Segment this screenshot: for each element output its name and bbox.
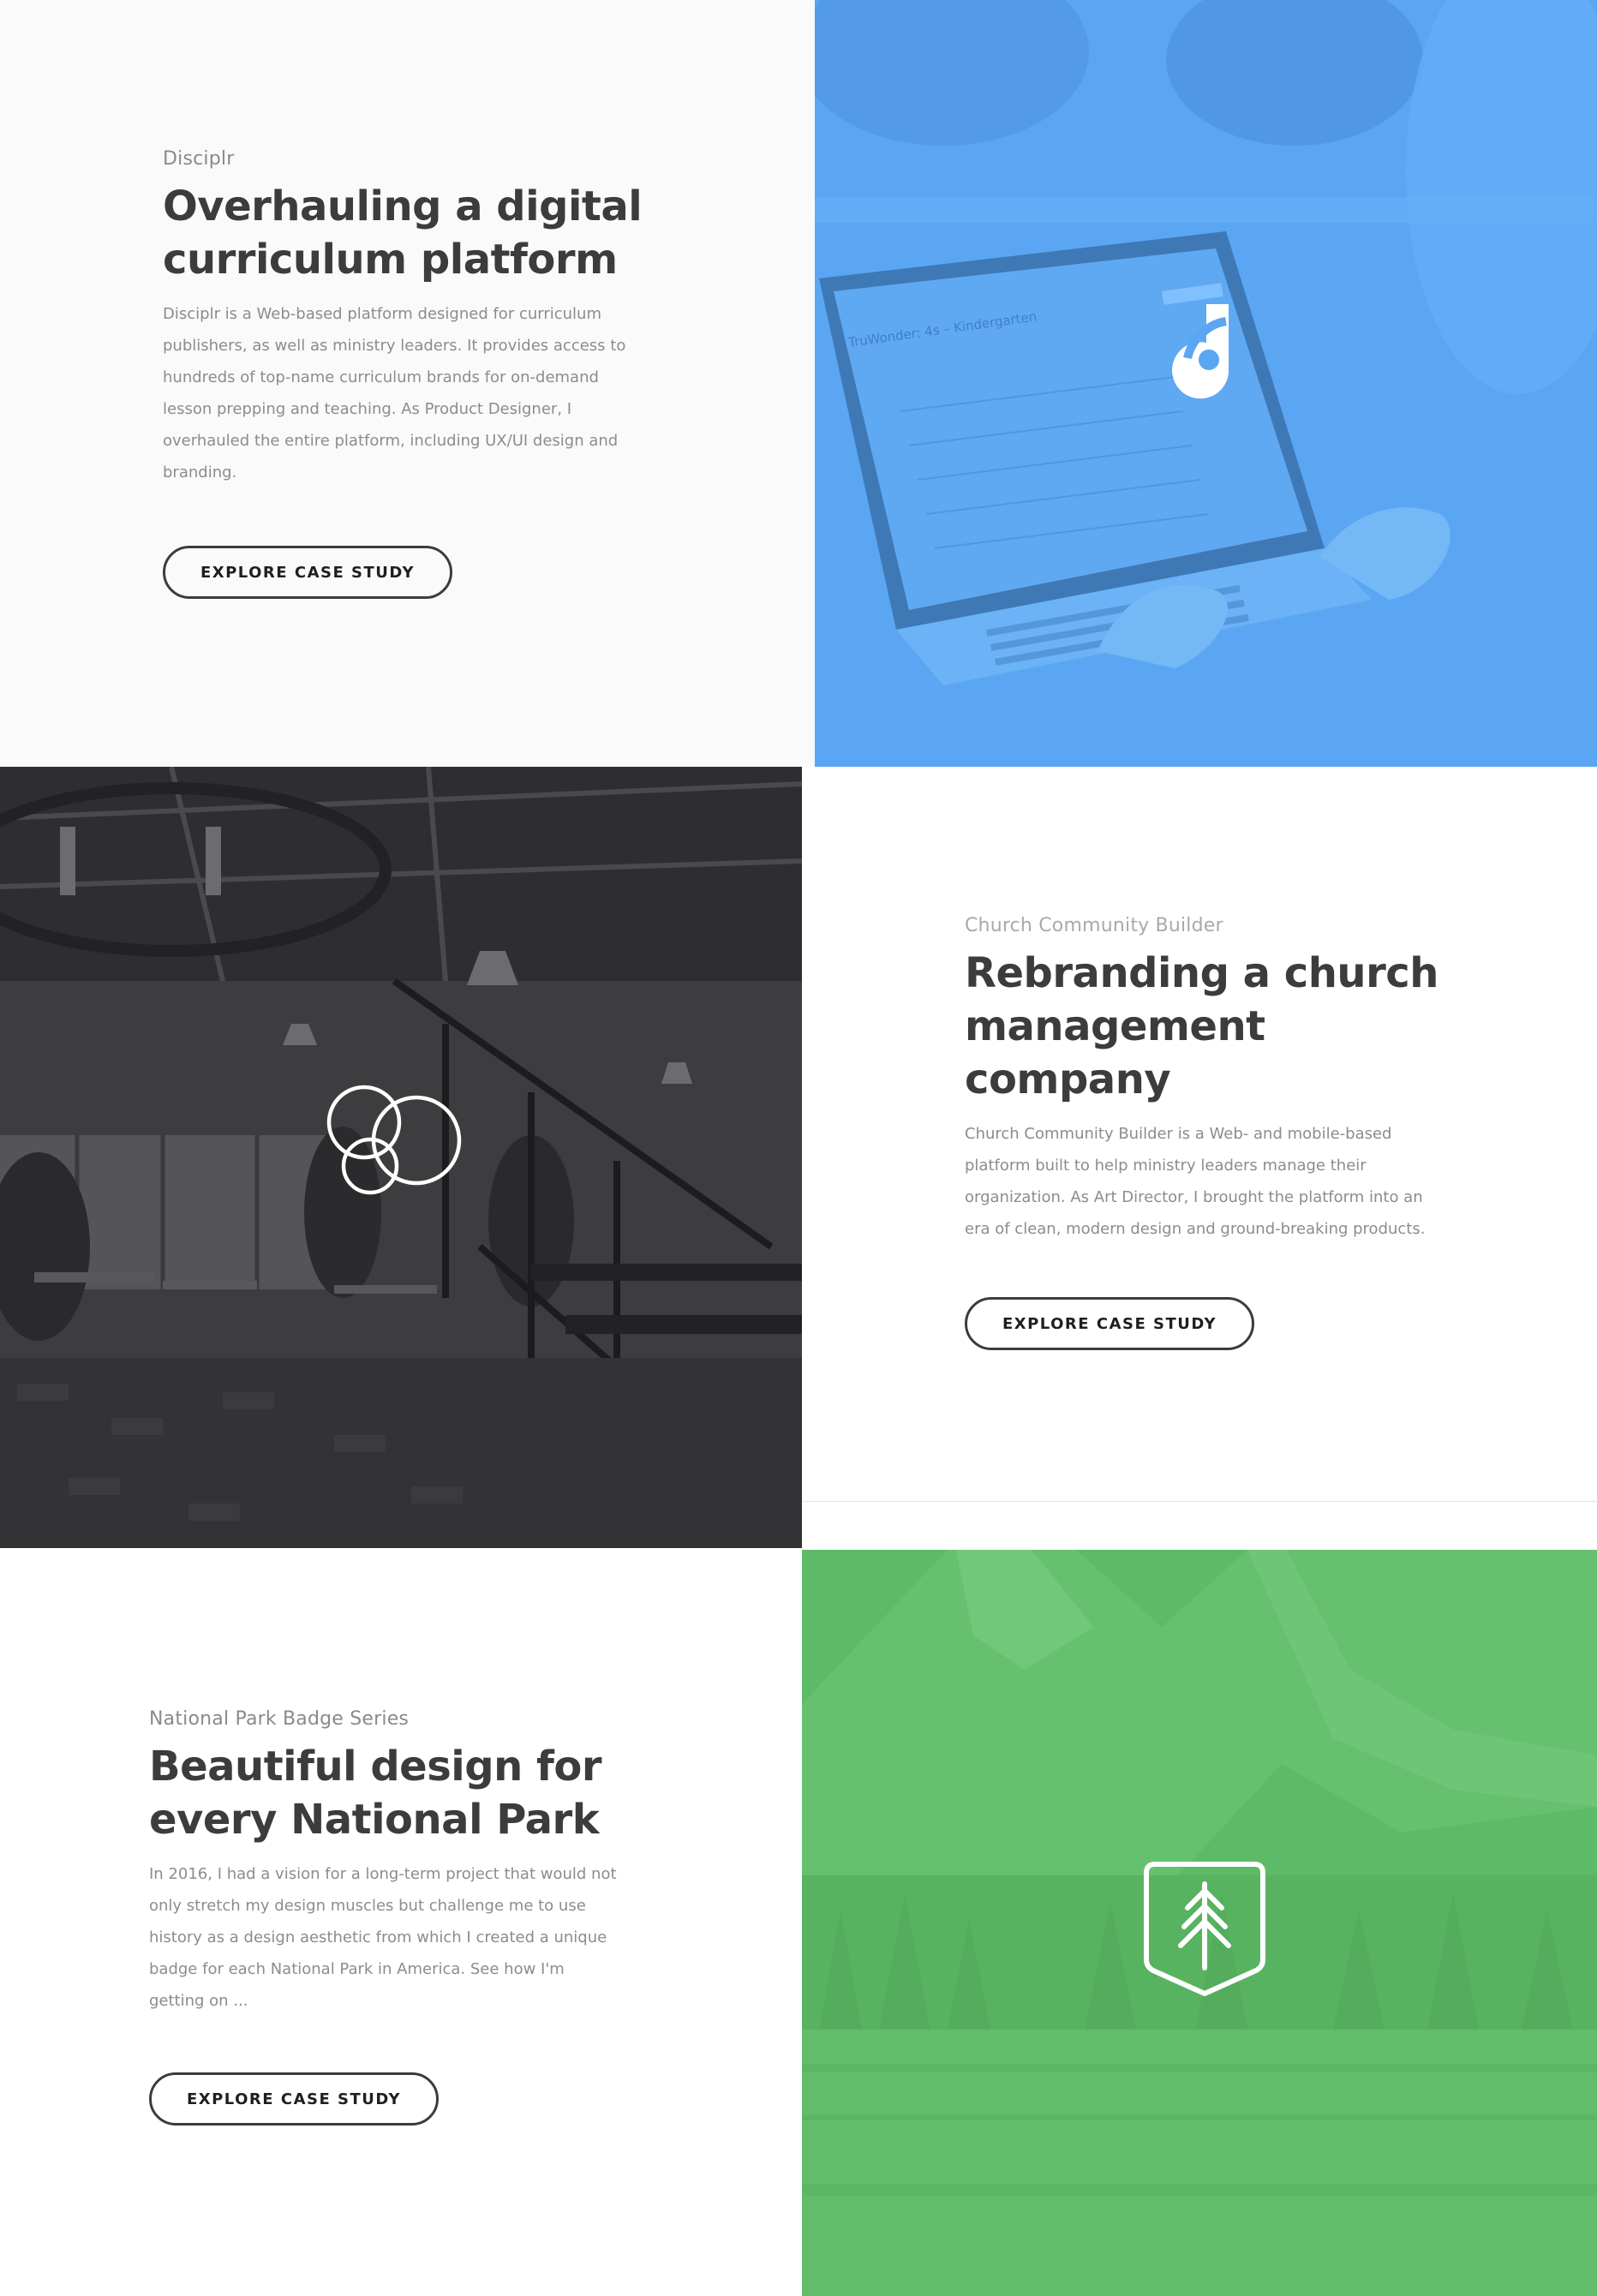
- project-eyebrow: Disciplr: [163, 148, 235, 170]
- description-line: In 2016, I had a vision for a long-term …: [149, 1865, 617, 1883]
- description-line: branding.: [163, 463, 237, 481]
- project-title-line: curriculum platform: [163, 236, 618, 284]
- project-title: Rebranding a church management company: [965, 947, 1479, 1106]
- laptop-photo: TruWonder: 4s – Kindergarten: [815, 0, 1597, 767]
- description-line: lesson prepping and teaching. As Product…: [163, 400, 572, 418]
- description-line: history as a design aesthetic from which…: [149, 1928, 607, 1946]
- project-title-line: every National Park: [149, 1796, 600, 1844]
- project-eyebrow: National Park Badge Series: [149, 1708, 410, 1730]
- ccb-text-panel: Church Community Builder Rebranding a ch…: [802, 767, 1597, 1502]
- project-description: In 2016, I had a vision for a long-term …: [149, 1858, 663, 2017]
- ccb-text-block: Church Community Builder Rebranding a ch…: [965, 915, 1479, 1245]
- description-line: hundreds of top-name curriculum brands f…: [163, 368, 599, 386]
- divider: [802, 1501, 1597, 1502]
- description-line: Disciplr is a Web-based platform designe…: [163, 305, 601, 323]
- mountain-photo: [802, 1550, 1597, 2296]
- project-title: Overhauling a digital curriculum platfor…: [163, 180, 660, 286]
- office-photo: [0, 767, 802, 1548]
- project-title-line: company: [965, 1055, 1171, 1103]
- project-title-line: Overhauling a digital: [163, 182, 643, 230]
- national-park-text-block: National Park Badge Series Beautiful des…: [149, 1708, 663, 2017]
- ccb-image-panel: [0, 767, 802, 1548]
- explore-case-study-button[interactable]: EXPLORE CASE STUDY: [163, 546, 452, 599]
- disciplr-text-panel: Disciplr Overhauling a digital curriculu…: [0, 0, 815, 767]
- explore-case-study-button[interactable]: EXPLORE CASE STUDY: [965, 1297, 1254, 1350]
- description-line: only stretch my design muscles but chall…: [149, 1897, 586, 1915]
- description-line: organization. As Art Director, I brought…: [965, 1188, 1423, 1206]
- description-line: getting on ...: [149, 1992, 248, 2010]
- project-title-line: Beautiful design for: [149, 1743, 602, 1791]
- description-line: Church Community Builder is a Web- and m…: [965, 1125, 1392, 1143]
- description-line: badge for each National Park in America.…: [149, 1960, 565, 1978]
- project-title-line: Rebranding a church: [965, 949, 1438, 997]
- national-park-image-panel: [802, 1550, 1597, 2296]
- project-eyebrow: Church Community Builder: [965, 915, 1223, 936]
- description-line: publishers, as well as ministry leaders.…: [163, 337, 626, 355]
- description-line: overhauled the entire platform, includin…: [163, 432, 619, 450]
- project-title-line: management: [965, 1002, 1265, 1050]
- disciplr-text-block: Disciplr Overhauling a digital curriculu…: [163, 148, 660, 488]
- project-description: Disciplr is a Web-based platform designe…: [163, 298, 660, 488]
- national-park-text-panel: National Park Badge Series Beautiful des…: [0, 1548, 802, 2296]
- description-line: era of clean, modern design and ground-b…: [965, 1220, 1426, 1238]
- disciplr-image-panel: TruWonder: 4s – Kindergarten: [815, 0, 1597, 767]
- description-line: platform built to help ministry leaders …: [965, 1157, 1367, 1175]
- project-description: Church Community Builder is a Web- and m…: [965, 1118, 1479, 1245]
- project-title: Beautiful design for every National Park: [149, 1740, 663, 1846]
- explore-case-study-button[interactable]: EXPLORE CASE STUDY: [149, 2072, 439, 2126]
